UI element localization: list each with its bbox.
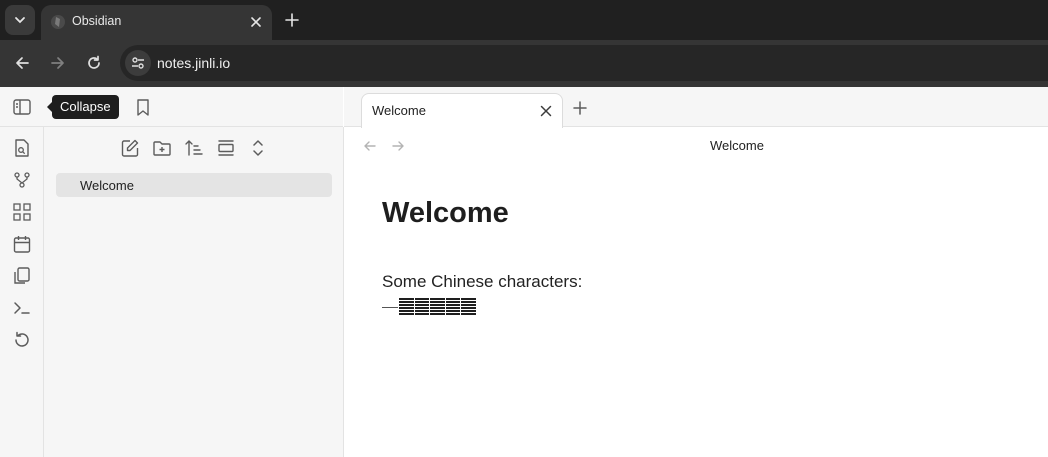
workspace-tab-welcome[interactable]: Welcome (361, 93, 563, 128)
cjk-glyph (445, 298, 460, 316)
chevron-down-icon (15, 17, 25, 24)
bookmark-icon[interactable] (133, 97, 153, 117)
sidebar-toggle-icon[interactable] (12, 97, 32, 117)
reload-button[interactable] (83, 52, 105, 74)
note-paragraph: Some Chinese characters: (382, 272, 583, 291)
url-text: notes.jinli.io (157, 55, 231, 71)
calendar-icon[interactable] (12, 234, 32, 254)
graph-view-icon[interactable] (12, 170, 32, 190)
note-content[interactable]: Welcome Some Chinese characters: (382, 197, 1002, 316)
view-title: Welcome (710, 138, 764, 153)
browser-tab-title: Obsidian (72, 14, 122, 28)
sort-icon[interactable] (184, 138, 204, 158)
canvas-icon[interactable] (12, 202, 32, 222)
chinese-text-line (382, 296, 477, 318)
new-note-icon[interactable] (120, 138, 140, 158)
file-item-label: Welcome (80, 178, 134, 193)
plus-icon (285, 13, 299, 27)
obsidian-app: Collapse Welcome Welcome Welcome Welcome… (0, 87, 1048, 457)
cjk-glyph (399, 298, 414, 316)
close-icon[interactable] (537, 102, 555, 120)
ribbon (0, 127, 44, 457)
new-tab-button[interactable] (281, 9, 303, 31)
expand-collapse-icon[interactable] (248, 138, 268, 158)
new-folder-icon[interactable] (152, 138, 172, 158)
address-bar[interactable]: notes.jinli.io (120, 45, 1048, 81)
file-item-welcome[interactable]: Welcome (56, 173, 332, 197)
file-explorer: Welcome (44, 127, 344, 457)
cjk-glyph (461, 298, 476, 316)
history-icon[interactable] (12, 330, 32, 350)
arrow-left-icon (16, 57, 29, 69)
browser-tab-strip: Obsidian (0, 0, 1048, 40)
workspace-tab-title: Welcome (372, 103, 426, 118)
site-settings-icon[interactable] (125, 50, 151, 76)
collapse-tooltip: Collapse (47, 95, 119, 119)
obsidian-favicon-icon (50, 14, 66, 30)
note-heading: Welcome (382, 197, 509, 229)
switcher-icon[interactable] (12, 138, 32, 158)
back-button[interactable] (11, 52, 33, 74)
new-tab-plus-icon[interactable] (570, 98, 590, 118)
browser-toolbar: notes.jinli.io (0, 40, 1048, 87)
forward-button[interactable] (47, 52, 69, 74)
templates-icon[interactable] (12, 266, 32, 286)
browser-tab-obsidian[interactable]: Obsidian (41, 5, 272, 40)
reload-icon (88, 55, 100, 69)
cjk-glyph (430, 298, 445, 316)
close-tab-icon[interactable] (246, 12, 266, 32)
sidebar-header: Collapse (0, 87, 343, 127)
arrow-right-icon (51, 57, 64, 69)
cjk-glyph (414, 298, 429, 316)
command-palette-icon[interactable] (12, 298, 32, 318)
auto-reveal-icon[interactable] (216, 138, 236, 158)
tab-search-button[interactable] (5, 5, 35, 35)
workspace-tab-header: Welcome (344, 87, 1048, 128)
